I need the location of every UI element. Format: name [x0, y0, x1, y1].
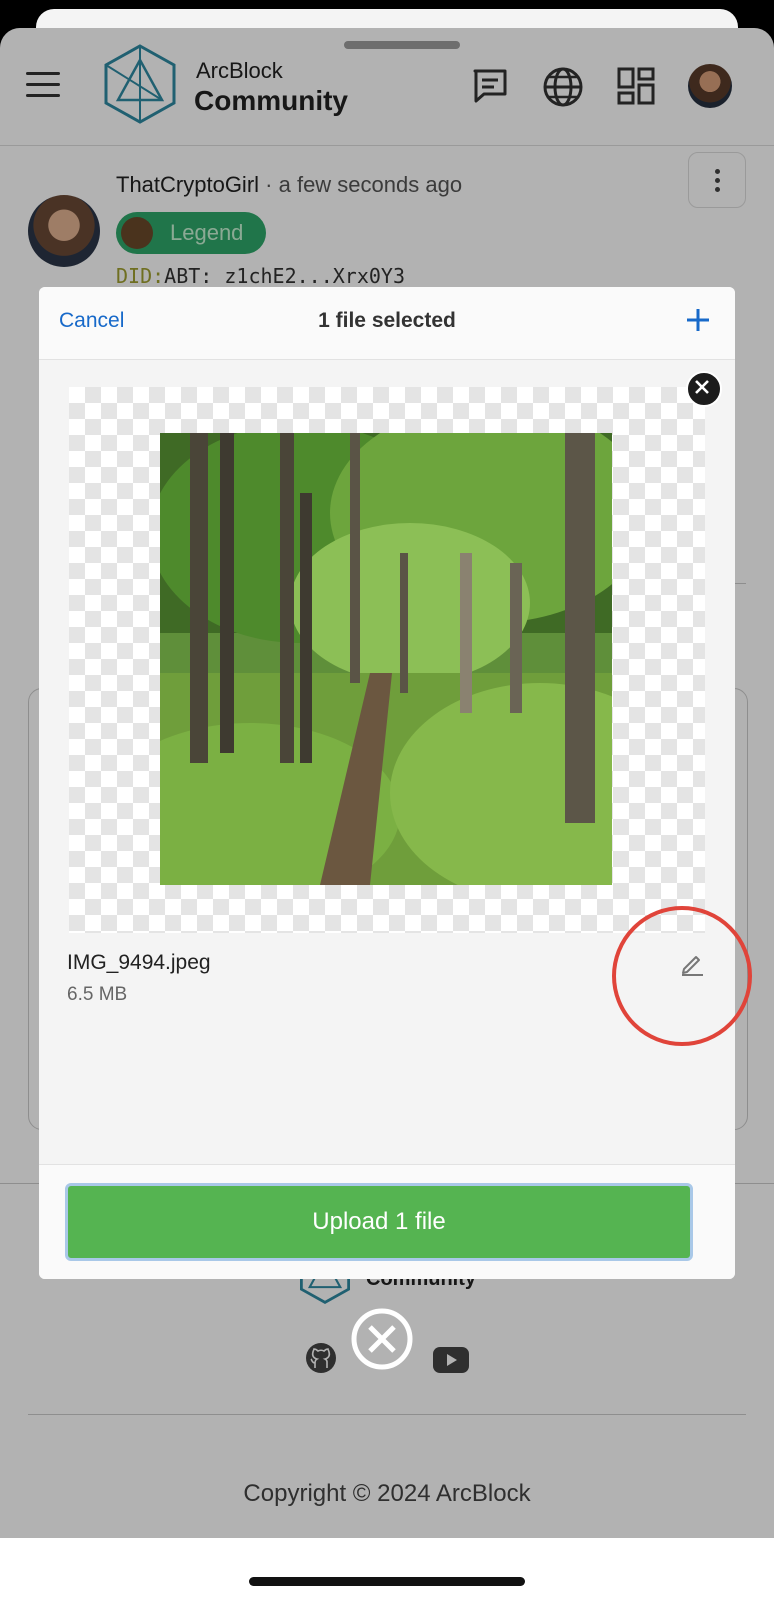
- image-preview: [69, 387, 705, 933]
- home-indicator[interactable]: [249, 1577, 525, 1586]
- dialog-header: 1 file selected Cancel: [39, 287, 735, 360]
- add-icon[interactable]: [685, 307, 711, 333]
- annotation-circle: [612, 906, 752, 1046]
- upload-button[interactable]: Upload 1 file: [65, 1183, 693, 1261]
- forest-path-photo: [160, 433, 612, 885]
- file-size: 6.5 MB: [67, 984, 128, 1005]
- dialog-footer: Upload 1 file: [39, 1164, 735, 1279]
- upload-dialog: 1 file selected Cancel IMG_9494.jpeg 6.5…: [39, 287, 735, 1279]
- close-icon: [695, 380, 709, 394]
- remove-file-button[interactable]: [686, 371, 722, 407]
- cancel-button[interactable]: Cancel: [59, 309, 124, 333]
- dialog-title: 1 file selected: [318, 309, 456, 332]
- close-icon[interactable]: [350, 1307, 414, 1371]
- file-name: IMG_9494.jpeg: [67, 951, 211, 974]
- bottom-safe-area: [0, 1538, 774, 1600]
